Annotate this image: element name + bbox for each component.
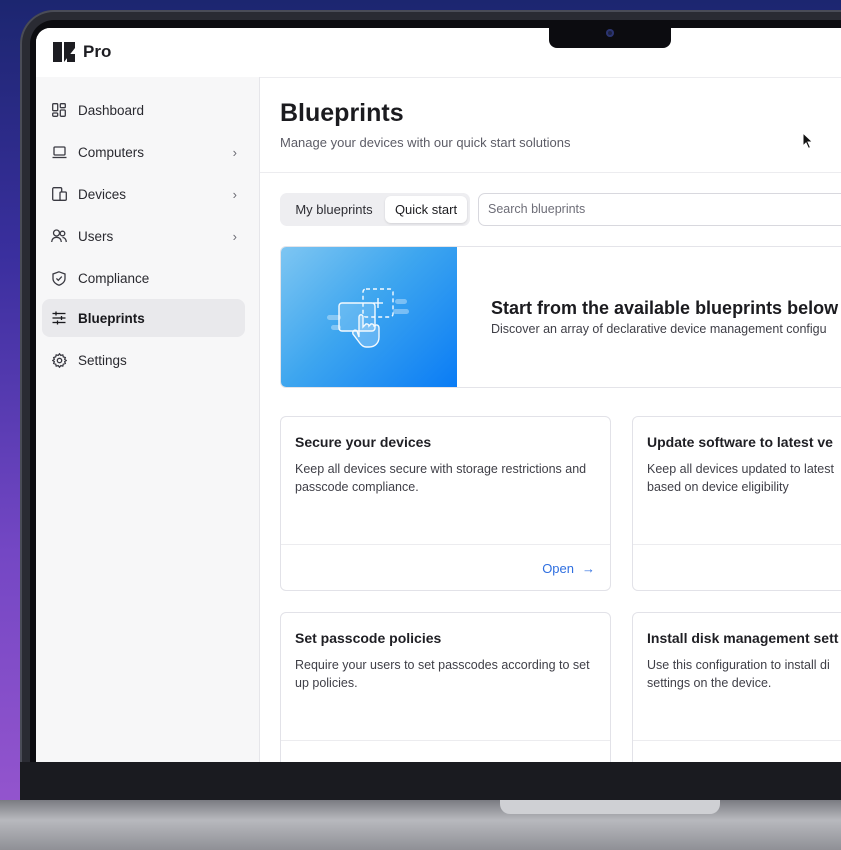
- lid-bottom-bezel: [20, 762, 841, 800]
- blueprint-card-secure-devices[interactable]: Secure your devices Keep all devices sec…: [280, 416, 611, 591]
- sidebar-item-settings[interactable]: Settings: [42, 341, 245, 379]
- card-description: Require your users to set passcodes acco…: [295, 658, 590, 690]
- sidebar-item-label: Dashboard: [78, 102, 145, 118]
- card-title: Secure your devices: [295, 434, 432, 450]
- page-title: Blueprints: [280, 99, 404, 127]
- devices-icon: [51, 186, 67, 202]
- card-divider: [633, 544, 841, 545]
- search-input[interactable]: Search blueprints: [478, 193, 841, 226]
- chevron-right-icon: ›: [232, 229, 237, 244]
- blueprint-card-update-software[interactable]: Update software to latest ve Keep all de…: [632, 416, 841, 591]
- card-description: Use this configuration to install di set…: [647, 658, 830, 690]
- app-logo[interactable]: Pro: [53, 42, 111, 62]
- sidebar-item-dashboard[interactable]: Dashboard: [42, 91, 245, 129]
- chevron-right-icon: ›: [232, 187, 237, 202]
- card-divider: [633, 740, 841, 741]
- card-title: Install disk management sett: [647, 630, 839, 646]
- sidebar-item-blueprints[interactable]: Blueprints: [42, 299, 245, 337]
- hero-illustration: [281, 247, 457, 387]
- sliders-icon: [51, 310, 67, 326]
- blueprint-card-passcode-policies[interactable]: Set passcode policies Require your users…: [280, 612, 611, 762]
- hero-description: Discover an array of declarative device …: [491, 322, 827, 336]
- camera-icon: [606, 29, 614, 37]
- laptop-icon: [51, 144, 67, 160]
- tab-quick-start[interactable]: Quick start: [385, 196, 467, 223]
- sidebar-item-devices[interactable]: Devices ›: [42, 175, 245, 213]
- card-divider: [281, 544, 610, 545]
- card-description: Keep all devices updated to latest based…: [647, 462, 834, 494]
- top-bar: Pro: [36, 28, 841, 78]
- dashboard-icon: [51, 102, 67, 118]
- laptop-opening-notch: [500, 800, 720, 814]
- card-title: Set passcode policies: [295, 630, 442, 646]
- page-subtitle: Manage your devices with our quick start…: [280, 135, 571, 150]
- app-name: Pro: [83, 42, 112, 61]
- sidebar-item-label: Settings: [78, 352, 127, 368]
- sidebar-item-label: Computers: [78, 144, 145, 160]
- hero-banner: Start from the available blueprints belo…: [280, 246, 841, 388]
- sidebar: Dashboard Computers › Devices › Users › …: [36, 77, 260, 762]
- header-divider: [260, 172, 841, 173]
- logo-icon: [53, 42, 75, 62]
- sidebar-item-compliance[interactable]: Compliance: [42, 259, 245, 297]
- chevron-right-icon: ›: [232, 145, 237, 160]
- users-icon: [51, 228, 67, 244]
- blueprint-tabs: My blueprints Quick start: [280, 193, 470, 226]
- sidebar-item-label: Users: [78, 228, 114, 244]
- card-divider: [281, 740, 610, 741]
- mouse-cursor-icon: [802, 132, 814, 150]
- sidebar-item-label: Compliance: [78, 270, 150, 286]
- sidebar-item-computers[interactable]: Computers ›: [42, 133, 245, 171]
- sidebar-item-label: Devices: [78, 186, 127, 202]
- main-content: Blueprints Manage your devices with our …: [260, 77, 841, 762]
- card-description: Keep all devices secure with storage res…: [295, 462, 587, 494]
- search-placeholder: Search blueprints: [488, 202, 586, 216]
- arrow-right-icon: →: [582, 561, 595, 576]
- app-window: Pro Dashboard Computers › Devices › User…: [36, 28, 841, 762]
- shield-check-icon: [51, 270, 67, 286]
- tap-select-icon: [327, 288, 409, 348]
- open-button[interactable]: Open →: [542, 561, 595, 576]
- sidebar-item-users[interactable]: Users ›: [42, 217, 245, 255]
- tab-my-blueprints[interactable]: My blueprints: [283, 196, 385, 223]
- hero-title: Start from the available blueprints belo…: [491, 298, 839, 318]
- blueprint-card-disk-management[interactable]: Install disk management sett Use this co…: [632, 612, 841, 762]
- card-title: Update software to latest ve: [647, 434, 833, 450]
- sidebar-item-label: Blueprints: [78, 310, 145, 326]
- gear-icon: [51, 352, 67, 368]
- open-label: Open: [542, 561, 574, 576]
